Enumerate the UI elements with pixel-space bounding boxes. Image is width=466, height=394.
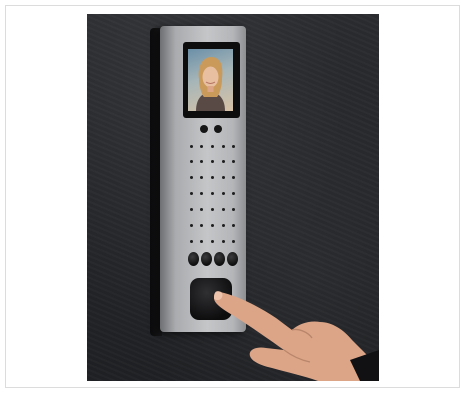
speaker-hole xyxy=(232,160,235,163)
speaker-hole xyxy=(211,160,214,163)
speaker-hole xyxy=(200,145,203,148)
speaker-hole xyxy=(190,208,193,211)
speaker-hole xyxy=(200,176,203,179)
speaker-hole xyxy=(232,224,235,227)
speaker-hole xyxy=(232,176,235,179)
call-button-3 xyxy=(214,252,225,266)
speaker-hole xyxy=(190,160,193,163)
camera-lens-left xyxy=(200,125,208,133)
speaker-hole xyxy=(190,240,193,243)
speaker-hole xyxy=(222,192,225,195)
speaker-hole xyxy=(232,145,235,148)
speaker-hole xyxy=(211,145,214,148)
speaker-hole xyxy=(211,176,214,179)
call-button-4 xyxy=(227,252,238,266)
speaker-hole xyxy=(222,208,225,211)
speaker-hole xyxy=(232,192,235,195)
speaker-hole xyxy=(211,192,214,195)
speaker-hole xyxy=(200,208,203,211)
speaker-hole xyxy=(190,145,193,148)
speaker-hole xyxy=(222,176,225,179)
speaker-hole xyxy=(232,240,235,243)
camera-lens-right xyxy=(214,125,222,133)
speaker-hole xyxy=(200,160,203,163)
speaker-hole xyxy=(200,224,203,227)
speaker-hole xyxy=(222,224,225,227)
video-screen xyxy=(188,49,233,111)
speaker-hole xyxy=(211,240,214,243)
pointing-hand-icon xyxy=(214,291,379,381)
speaker-hole xyxy=(232,208,235,211)
speaker-hole xyxy=(200,192,203,195)
speaker-hole xyxy=(211,224,214,227)
speaker-hole xyxy=(211,208,214,211)
speaker-hole xyxy=(190,176,193,179)
speaker-hole xyxy=(222,240,225,243)
call-button-2 xyxy=(201,252,212,266)
speaker-hole xyxy=(222,145,225,148)
speaker-hole xyxy=(190,192,193,195)
speaker-hole xyxy=(190,224,193,227)
speaker-hole xyxy=(222,160,225,163)
speaker-hole xyxy=(200,240,203,243)
person-portrait-icon xyxy=(196,57,225,111)
call-button-1 xyxy=(188,252,199,266)
